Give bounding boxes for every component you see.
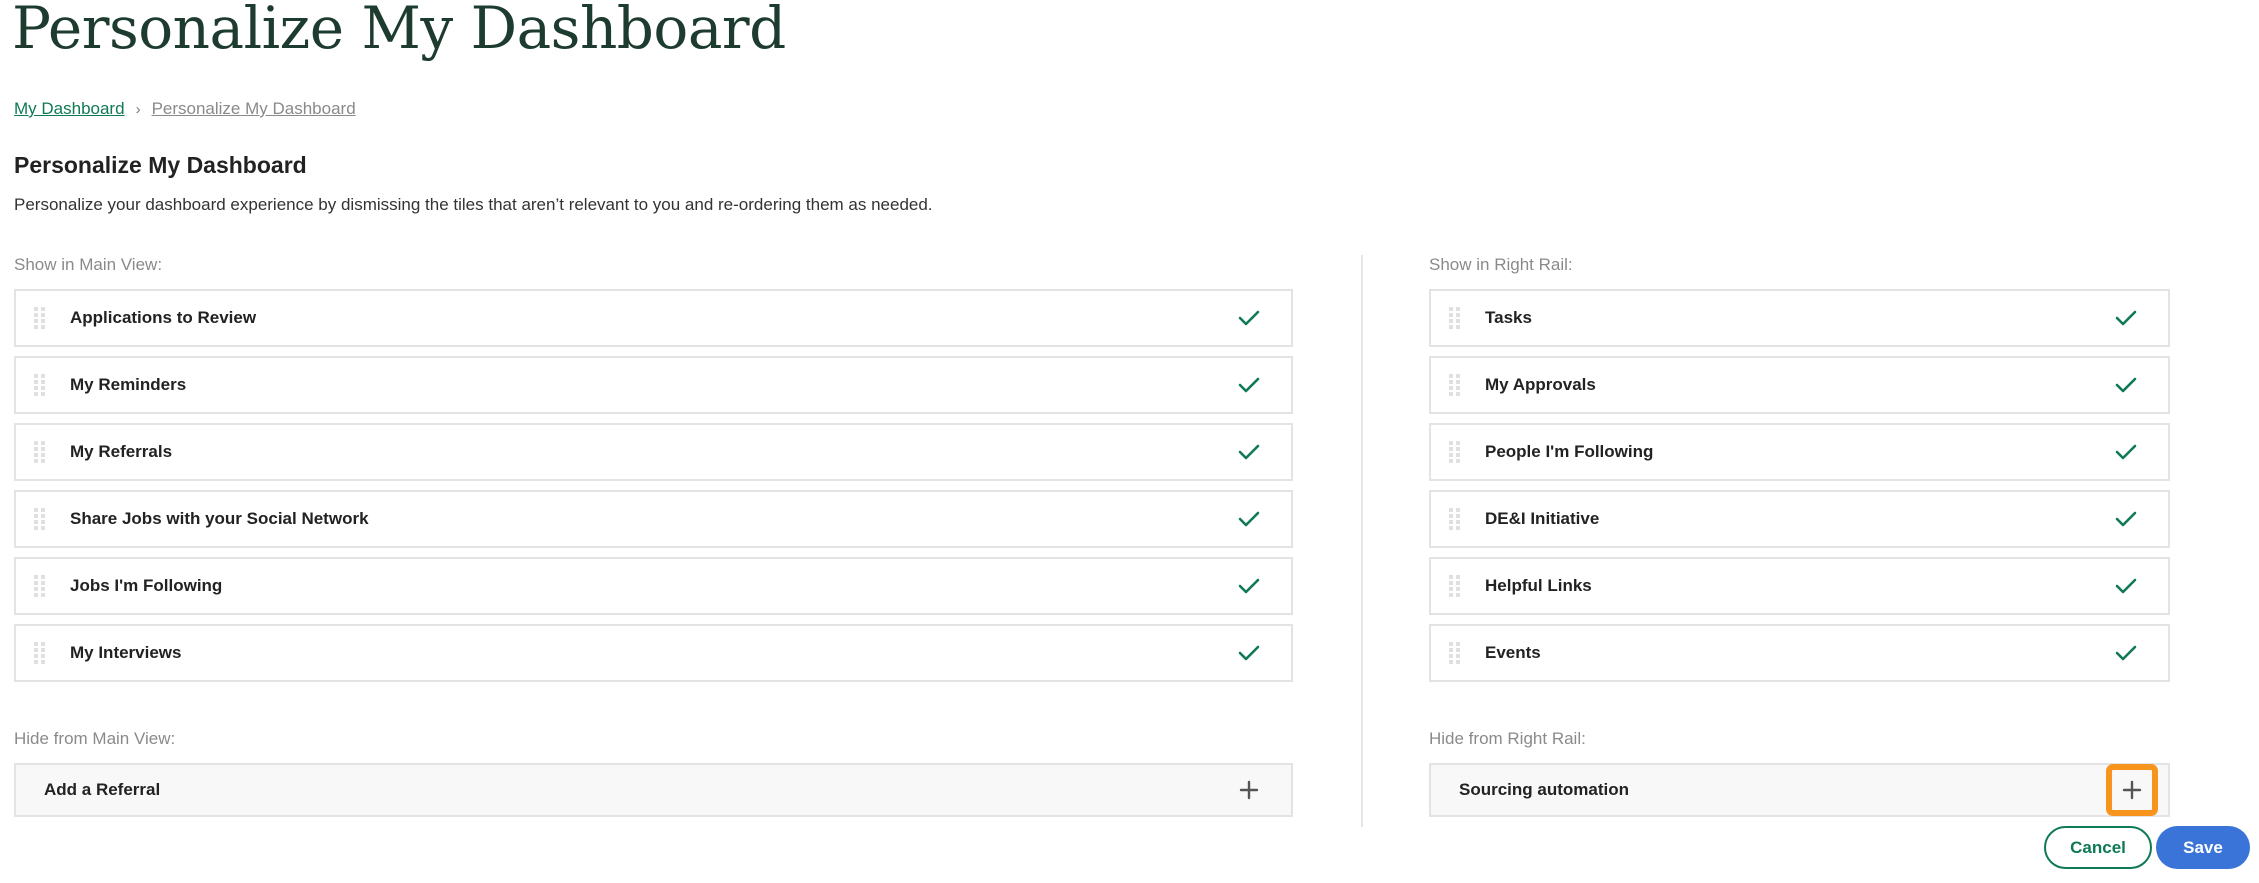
- drag-handle-icon[interactable]: [34, 441, 46, 463]
- section-description: Personalize your dashboard experience by…: [14, 195, 933, 214]
- dashboard-tile[interactable]: Helpful Links: [1429, 557, 2170, 615]
- tile-label: Share Jobs with your Social Network: [70, 509, 369, 528]
- tile-label: People I'm Following: [1485, 442, 1654, 461]
- tile-label: Helpful Links: [1485, 576, 1592, 595]
- tile-label: My Referrals: [70, 442, 173, 461]
- hidden-tile[interactable]: Sourcing automation: [1429, 763, 2170, 817]
- dashboard-tile[interactable]: My Interviews: [14, 624, 1293, 682]
- check-icon[interactable]: [1231, 635, 1267, 671]
- dashboard-tile[interactable]: My Approvals: [1429, 356, 2170, 414]
- drag-handle-icon[interactable]: [1449, 307, 1461, 329]
- hide-from-main-view-label: Hide from Main View:: [14, 729, 176, 748]
- plus-icon[interactable]: [1231, 772, 1267, 808]
- drag-handle-icon[interactable]: [1449, 642, 1461, 664]
- check-icon[interactable]: [2108, 501, 2144, 537]
- section-title: Personalize My Dashboard: [14, 152, 307, 178]
- cancel-button[interactable]: Cancel: [2044, 826, 2152, 869]
- dashboard-tile[interactable]: My Reminders: [14, 356, 1293, 414]
- dashboard-tile[interactable]: Jobs I'm Following: [14, 557, 1293, 615]
- drag-handle-icon[interactable]: [1449, 441, 1461, 463]
- dashboard-tile[interactable]: DE&I Initiative: [1429, 490, 2170, 548]
- hide-from-right-rail-label: Hide from Right Rail:: [1429, 729, 1586, 748]
- dashboard-tile[interactable]: Tasks: [1429, 289, 2170, 347]
- check-icon[interactable]: [2108, 635, 2144, 671]
- breadcrumb-separator-icon: ›: [135, 100, 141, 118]
- column-divider: [1361, 255, 1363, 827]
- show-in-right-rail-label: Show in Right Rail:: [1429, 255, 1573, 274]
- dashboard-tile[interactable]: Applications to Review: [14, 289, 1293, 347]
- dashboard-tile[interactable]: Events: [1429, 624, 2170, 682]
- tile-label: My Approvals: [1485, 375, 1596, 394]
- tile-label: My Interviews: [70, 643, 182, 662]
- breadcrumb: My Dashboard › Personalize My Dashboard: [14, 99, 356, 119]
- check-icon[interactable]: [2108, 568, 2144, 604]
- check-icon[interactable]: [2108, 434, 2144, 470]
- drag-handle-icon[interactable]: [34, 374, 46, 396]
- plus-icon[interactable]: [2106, 764, 2158, 816]
- page-title: Personalize My Dashboard: [12, 0, 786, 62]
- drag-handle-icon[interactable]: [1449, 575, 1461, 597]
- check-icon[interactable]: [1231, 568, 1267, 604]
- breadcrumb-current-page[interactable]: Personalize My Dashboard: [152, 99, 356, 119]
- breadcrumb-my-dashboard[interactable]: My Dashboard: [14, 99, 125, 119]
- tile-label: Events: [1485, 643, 1541, 662]
- show-in-main-view-label: Show in Main View:: [14, 255, 163, 274]
- drag-handle-icon[interactable]: [34, 575, 46, 597]
- check-icon[interactable]: [2108, 367, 2144, 403]
- check-icon[interactable]: [1231, 434, 1267, 470]
- tile-label: Add a Referral: [44, 780, 161, 799]
- tile-label: Applications to Review: [70, 308, 257, 327]
- check-icon[interactable]: [1231, 300, 1267, 336]
- dashboard-tile[interactable]: My Referrals: [14, 423, 1293, 481]
- drag-handle-icon[interactable]: [1449, 508, 1461, 530]
- tile-label: Sourcing automation: [1459, 780, 1629, 799]
- tile-label: Jobs I'm Following: [70, 576, 223, 595]
- drag-handle-icon[interactable]: [1449, 374, 1461, 396]
- save-button[interactable]: Save: [2156, 826, 2250, 869]
- drag-handle-icon[interactable]: [34, 642, 46, 664]
- check-icon[interactable]: [2108, 300, 2144, 336]
- tile-label: My Reminders: [70, 375, 187, 394]
- drag-handle-icon[interactable]: [34, 508, 46, 530]
- drag-handle-icon[interactable]: [34, 307, 46, 329]
- dashboard-tile[interactable]: People I'm Following: [1429, 423, 2170, 481]
- check-icon[interactable]: [1231, 367, 1267, 403]
- tile-label: DE&I Initiative: [1485, 509, 1600, 528]
- tile-label: Tasks: [1485, 308, 1532, 327]
- check-icon[interactable]: [1231, 501, 1267, 537]
- hidden-tile[interactable]: Add a Referral: [14, 763, 1293, 817]
- dashboard-tile[interactable]: Share Jobs with your Social Network: [14, 490, 1293, 548]
